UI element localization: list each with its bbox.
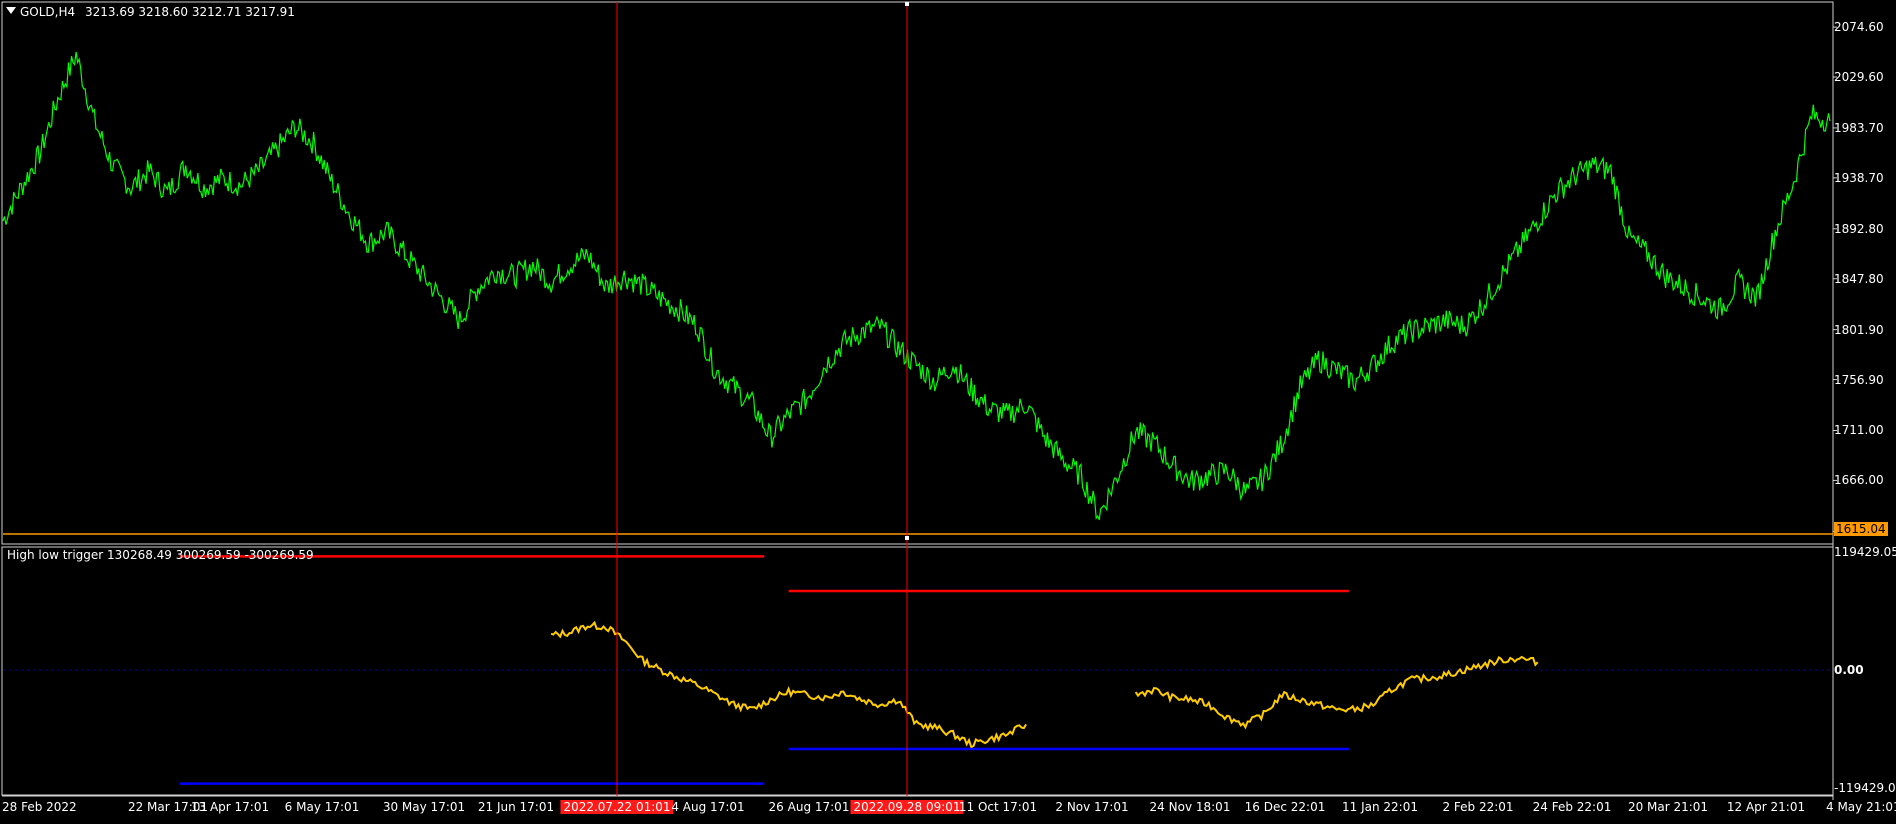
price-label: 1938.70 — [1834, 170, 1884, 185]
price-label: 1983.70 — [1834, 120, 1884, 135]
main-price-series — [2, 51, 1831, 521]
overlay-lines — [3, 2, 1837, 796]
chart-window[interactable]: GOLD,H4 3213.69 3218.60 3212.71 3217.91 … — [0, 0, 1896, 820]
time-label: 2 Nov 17:01 — [1055, 800, 1129, 814]
crosshair-time-label: 2022.09.28 09:01 — [850, 800, 964, 814]
main-panel-border — [1, 1, 1834, 545]
time-label: 11 Jan 22:01 — [1342, 800, 1418, 814]
indicator-scale-label: 119429.05 — [1834, 545, 1896, 559]
time-label: 20 Mar 21:01 — [1627, 800, 1709, 814]
time-label: 4 May 21:01 — [1826, 800, 1896, 814]
price-label: 1847.80 — [1834, 271, 1884, 286]
time-label: 21 Jun 17:01 — [477, 800, 555, 814]
time-label: 16 Dec 22:01 — [1244, 800, 1326, 814]
crosshair-handle-1[interactable] — [905, 2, 909, 6]
price-label: 1711.00 — [1834, 423, 1884, 438]
crosshair-time-label: 2022.07.22 01:01 — [560, 800, 674, 814]
time-label: 2 Feb 22:01 — [1442, 800, 1514, 814]
time-label: 30 May 17:01 — [382, 800, 466, 814]
price-label: 2074.60 — [1834, 20, 1884, 35]
price-line — [2, 51, 1831, 521]
time-label: 24 Feb 22:01 — [1532, 800, 1612, 814]
time-label: 11 Oct 17:01 — [958, 800, 1038, 814]
indicator-scale-label: -119429.05 — [1834, 781, 1896, 795]
symbol-header: GOLD,H4 3213.69 3218.60 3212.71 3217.91 — [20, 5, 295, 19]
indicator-line-segment-2 — [1134, 655, 1539, 730]
price-label: 2029.60 — [1834, 70, 1884, 84]
time-label: 6 May 17:01 — [284, 800, 360, 814]
chart-canvas[interactable] — [0, 0, 1896, 820]
indicator-scale-label: 0.00 — [1834, 663, 1864, 677]
price-label: 1666.00 — [1834, 473, 1884, 488]
price-label: 1756.90 — [1834, 372, 1884, 387]
ohlc-readout: 3213.69 3218.60 3212.71 3217.91 — [84, 5, 295, 19]
price-label: 1801.90 — [1834, 322, 1884, 337]
time-label: 12 Apr 21:01 — [1726, 800, 1806, 814]
crosshair-handle-2[interactable] — [905, 536, 909, 540]
price-label: 1892.80 — [1834, 221, 1884, 236]
current-price-tag: 1615.04 — [1834, 522, 1888, 536]
indicator-title: High low trigger 130268.49 300269.59 -30… — [7, 548, 314, 562]
time-label: 4 Aug 17:01 — [671, 800, 745, 814]
indicator-panel-border — [1, 546, 1834, 796]
time-label: 28 Feb 2022 — [2, 800, 77, 814]
time-label: 24 Nov 18:01 — [1149, 800, 1231, 814]
time-label: 26 Aug 17:01 — [768, 800, 850, 814]
indicator-series — [3, 555, 1830, 785]
indicator-line-segment-1 — [550, 620, 1027, 749]
triangle-down-icon[interactable] — [6, 7, 16, 14]
symbol-label: GOLD,H4 — [20, 5, 76, 19]
time-label: 13 Apr 17:01 — [190, 800, 270, 814]
